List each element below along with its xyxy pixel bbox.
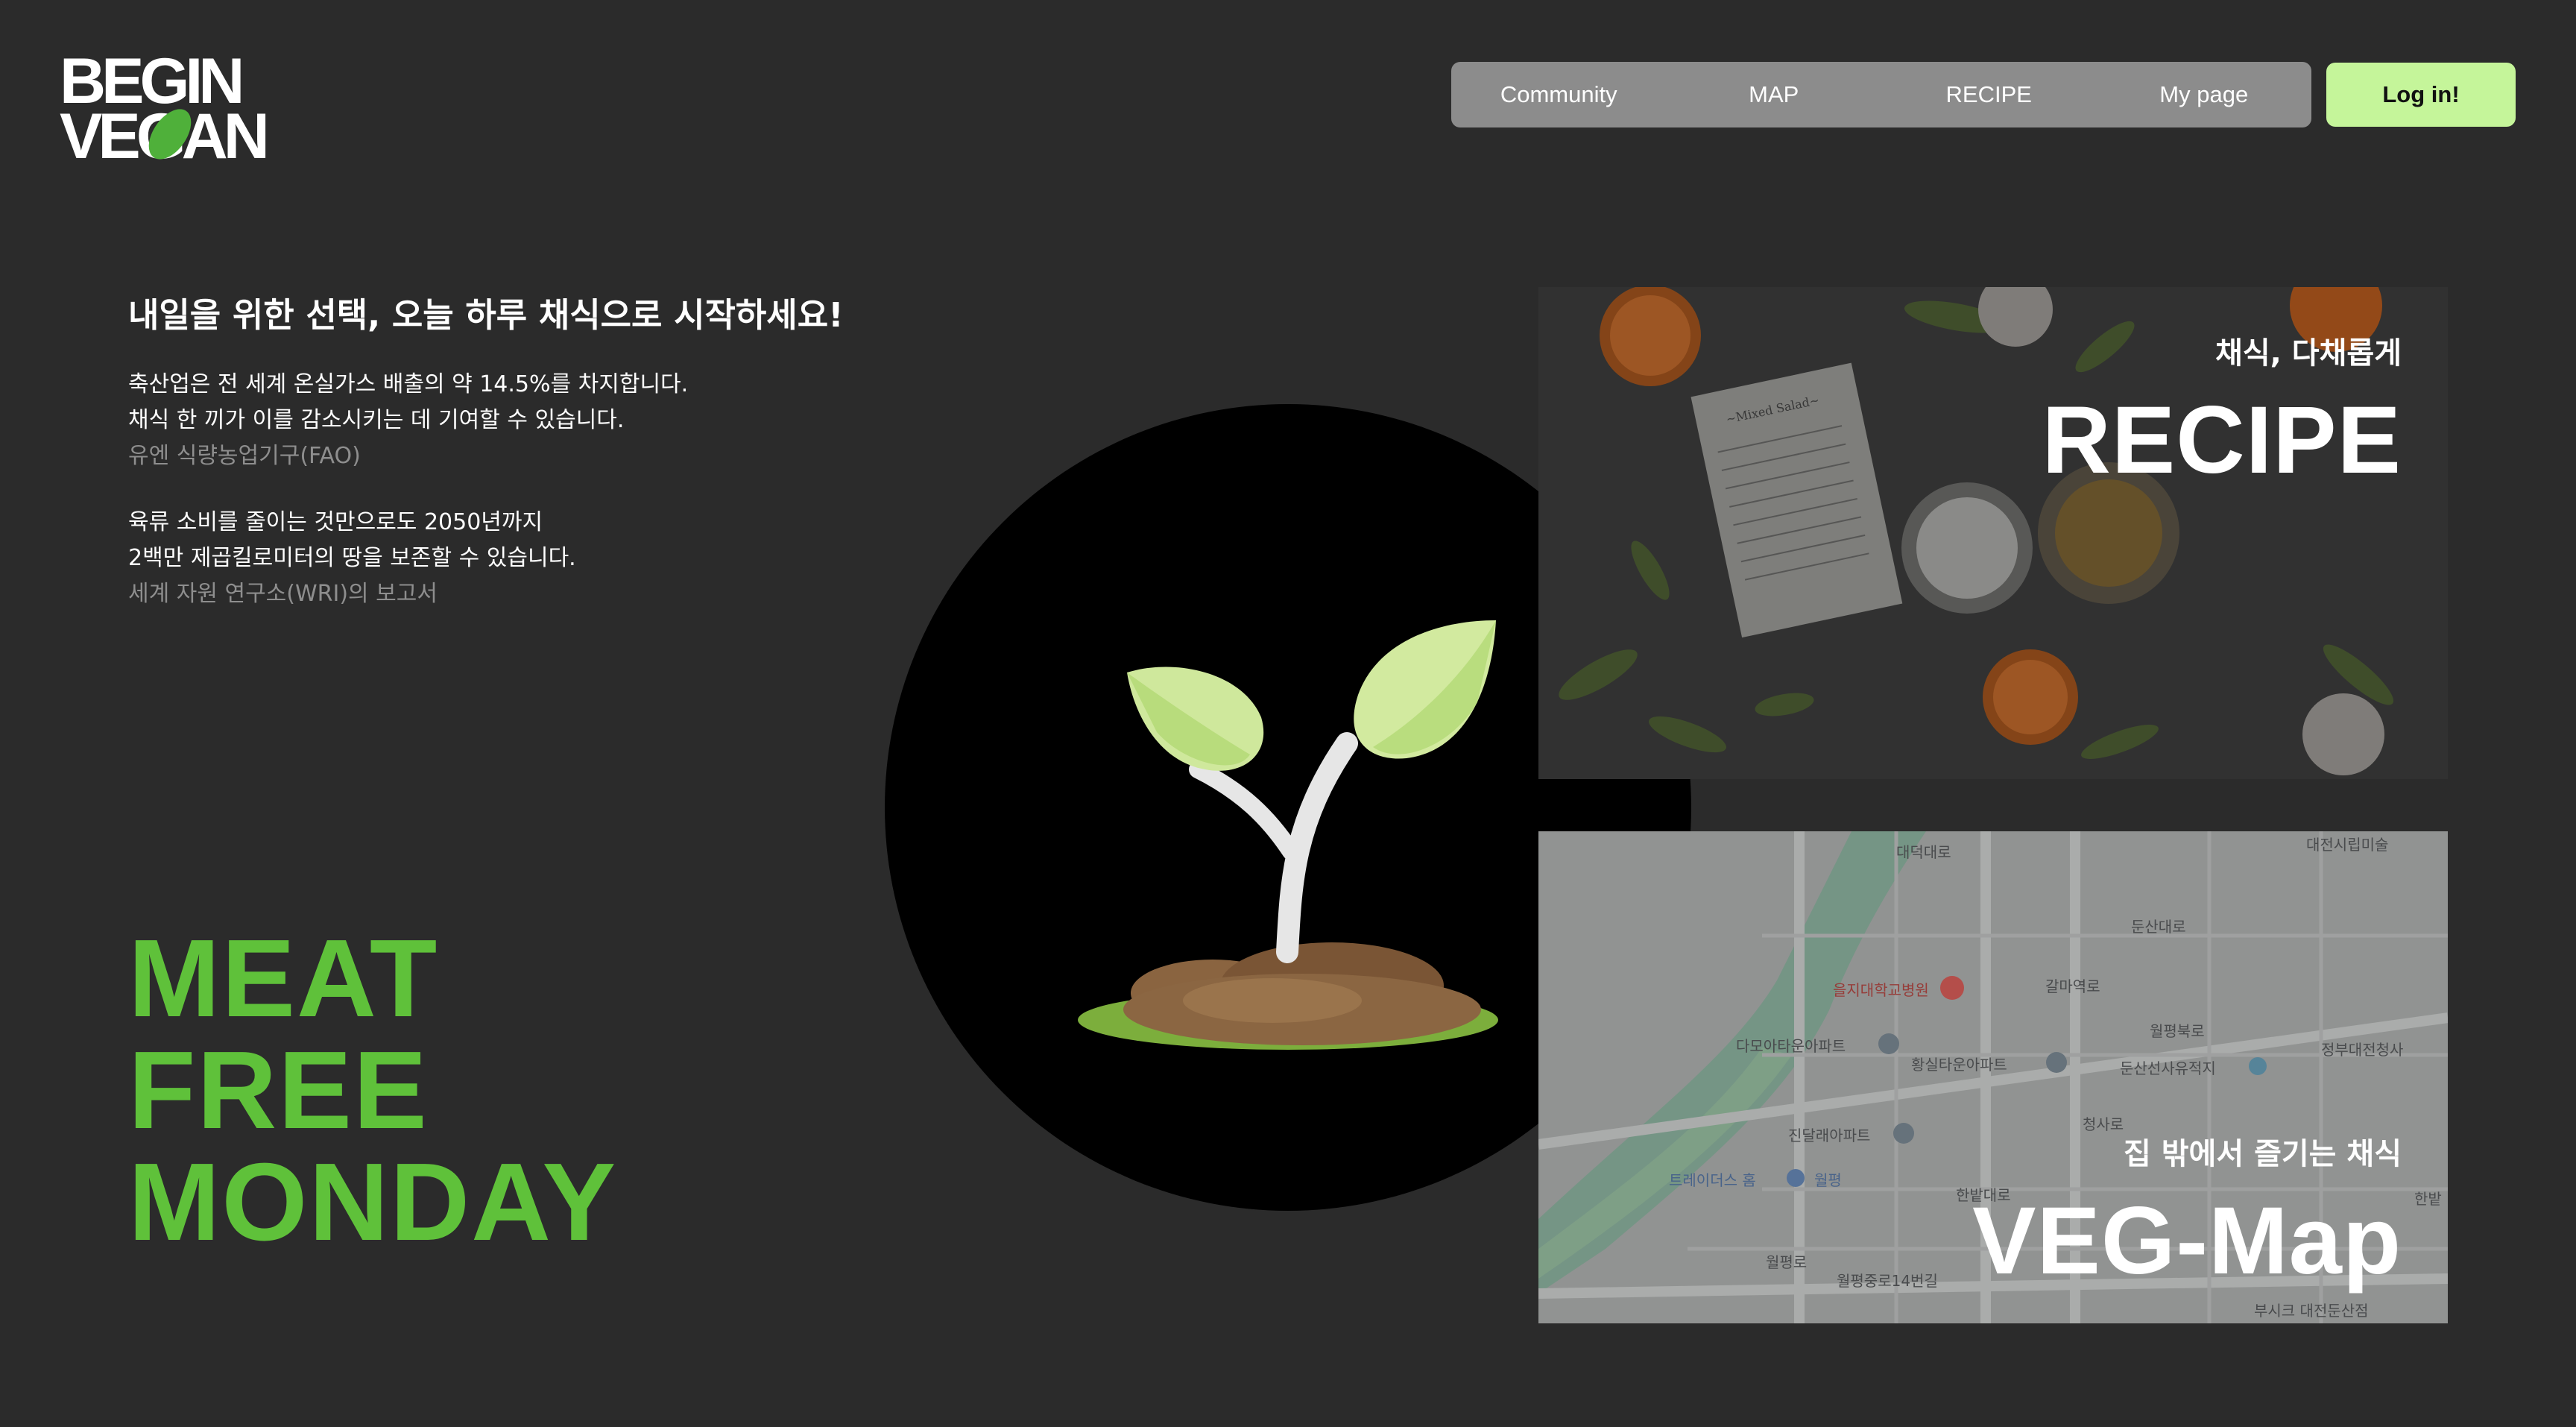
brand-logo[interactable]: BEGIN VEGAN bbox=[60, 46, 283, 166]
slogan-line: MONDAY bbox=[128, 1141, 618, 1264]
hero-headline: 내일을 위한 선택, 오늘 하루 채식으로 시작하세요! bbox=[128, 295, 844, 335]
nav-my-page[interactable]: My page bbox=[2097, 81, 2312, 108]
stat-source: 유엔 식량농업기구(FAO) bbox=[128, 443, 361, 469]
stat-text: 채식 한 끼가 이를 감소시키는 데 기여할 수 있습니다. bbox=[128, 407, 625, 433]
stat-block-fao: 축산업은 전 세계 온실가스 배출의 약 14.5%를 차지합니다. 채식 한 … bbox=[128, 367, 688, 474]
recipe-subtitle: 채식, 다채롭게 bbox=[2215, 336, 2402, 371]
map-subtitle: 집 밖에서 즐기는 채식 bbox=[2124, 1137, 2402, 1171]
stat-block-wri: 육류 소비를 줄이는 것만으로도 2050년까지 2백만 제곱킬로미터의 땅을 … bbox=[128, 505, 576, 612]
main-nav: Community MAP RECIPE My page bbox=[1451, 62, 2311, 127]
stat-text: 육류 소비를 줄이는 것만으로도 2050년까지 bbox=[128, 509, 543, 535]
slogan-line: MEAT bbox=[128, 917, 439, 1040]
slogan: MEAT FREE MONDAY bbox=[128, 923, 617, 1259]
slogan-line: FREE bbox=[128, 1029, 429, 1152]
stat-text: 2백만 제곱킬로미터의 땅을 보존할 수 있습니다. bbox=[128, 545, 576, 571]
login-button[interactable]: Log in! bbox=[2326, 63, 2516, 127]
map-title: VEG-Map bbox=[1972, 1188, 2402, 1294]
nav-community[interactable]: Community bbox=[1451, 81, 1667, 108]
stat-source: 세계 자원 연구소(WRI)의 보고서 bbox=[128, 581, 438, 607]
recipe-card[interactable]: ~Mixed Salad~ 채식, 다채롭게 RECIPE bbox=[1538, 287, 2448, 779]
stat-text: 축산업은 전 세계 온실가스 배출의 약 14.5%를 차지합니다. bbox=[128, 371, 689, 397]
veg-map-card[interactable]: 대전시립미술 둔산대로 을지대학교병원 갈마역로 월평북로 정부대전청사 다모아… bbox=[1538, 831, 2448, 1323]
nav-map[interactable]: MAP bbox=[1667, 81, 1882, 108]
nav-recipe[interactable]: RECIPE bbox=[1881, 81, 2097, 108]
recipe-title: RECIPE bbox=[2042, 387, 2402, 494]
